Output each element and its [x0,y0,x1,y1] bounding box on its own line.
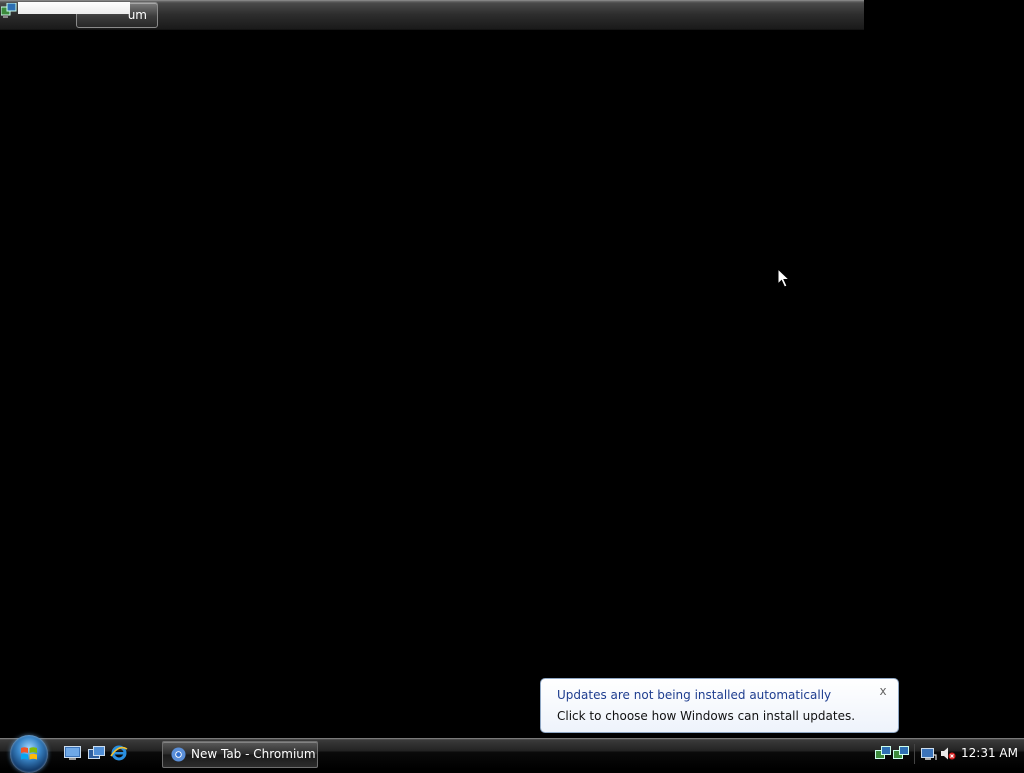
render-artifact [18,2,130,14]
network-icon[interactable] [875,746,891,761]
network-app-icon [1,3,17,18]
partial-window-titlebar: um [0,0,864,30]
internet-explorer-icon[interactable] [110,744,128,762]
switch-windows-icon[interactable] [88,746,105,761]
window-tab-label: um [127,8,147,22]
notification-body[interactable]: Click to choose how Windows can install … [557,709,855,723]
windows-logo-icon [21,747,37,760]
volume-muted-icon[interactable] [940,746,956,761]
system-clock[interactable]: 12:31 AM [961,746,1018,760]
close-icon[interactable]: x [876,684,890,698]
taskbar-button-label: New Tab - Chromium [191,747,316,761]
mouse-cursor-icon [777,268,791,288]
start-button[interactable] [10,735,48,773]
tray-divider [914,744,915,764]
taskbar-button-chromium[interactable]: New Tab - Chromium [162,741,318,768]
update-notification-balloon[interactable]: Updates are not being installed automati… [540,678,899,733]
network-icon[interactable] [893,746,909,761]
chromium-icon [171,747,186,762]
taskbar: New Tab - Chromium 12:31 AM [0,735,1024,773]
notification-title: Updates are not being installed automati… [557,688,832,702]
show-desktop-icon[interactable] [64,746,81,761]
network-connection-icon[interactable] [921,746,937,761]
